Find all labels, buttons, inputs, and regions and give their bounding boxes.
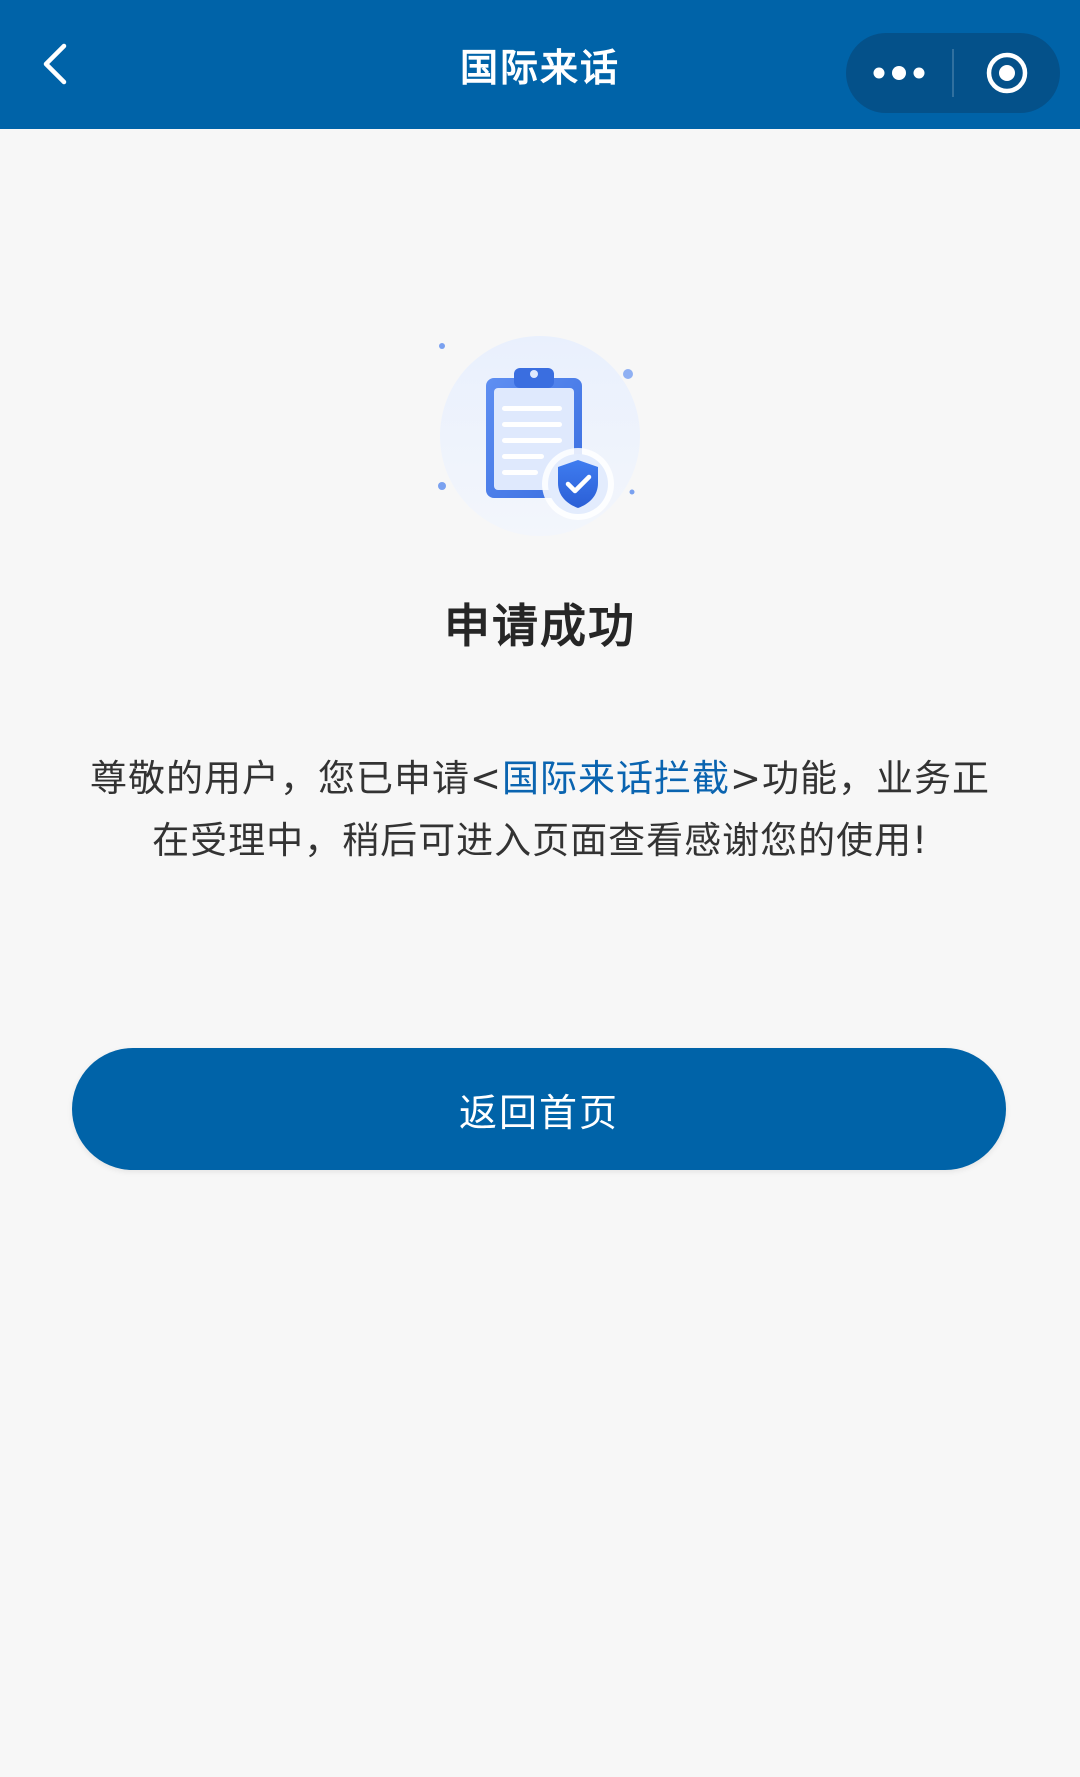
result-description: 尊敬的用户，您已申请<国际来话拦截>功能，业务正在受理中，稍后可进入页面查看感谢… bbox=[80, 748, 1000, 872]
target-circle-icon bbox=[986, 52, 1028, 94]
ellipsis-icon bbox=[873, 66, 925, 80]
clipboard-shield-check-icon bbox=[438, 336, 640, 536]
close-button[interactable] bbox=[954, 33, 1060, 113]
back-button[interactable] bbox=[28, 36, 84, 92]
app-screen: 国际来话 申请成功 尊敬的用户，您已申请<国际来话拦截>功能，业务正在受理中，稍… bbox=[0, 0, 1080, 1777]
more-button[interactable] bbox=[846, 33, 952, 113]
desc-prefix: 尊敬的用户，您已申请< bbox=[89, 757, 502, 800]
chevron-left-icon bbox=[43, 43, 67, 85]
return-home-button[interactable]: 返回首页 bbox=[72, 1048, 1006, 1170]
success-illustration bbox=[436, 336, 644, 544]
nav-bar: 国际来话 bbox=[0, 0, 1080, 129]
result-title: 申请成功 bbox=[444, 599, 636, 653]
mini-program-capsule bbox=[846, 33, 1060, 113]
service-link[interactable]: 国际来话拦截 bbox=[502, 757, 730, 800]
